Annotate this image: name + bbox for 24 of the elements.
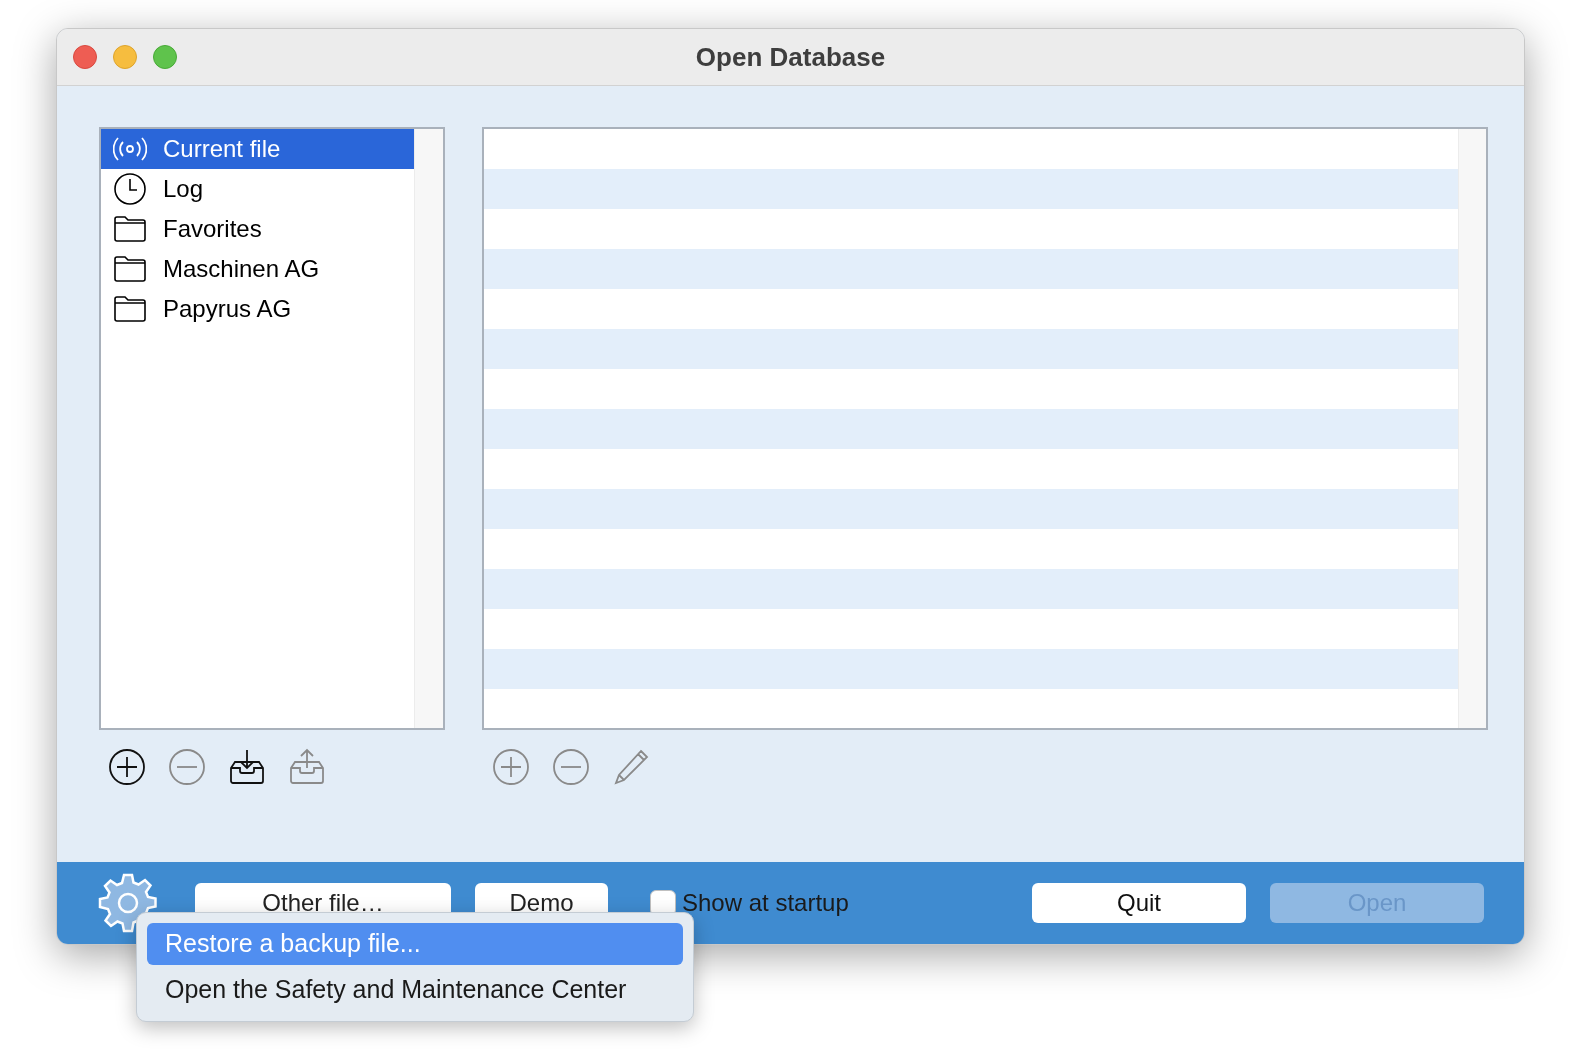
minimize-button[interactable] [113,45,137,69]
menu-item[interactable]: Open the Safety and Maintenance Center [147,969,683,1011]
sidebar-item-label: Maschinen AG [163,254,320,284]
folder-icon [114,216,146,242]
tray-download-icon[interactable] [228,748,266,786]
plus-circle-icon[interactable] [108,748,146,786]
clock-icon [114,173,146,205]
folder-icon [114,256,146,282]
window-title: Open Database [695,40,886,74]
checkbox-label: Show at startup [682,888,849,918]
sidebar-item[interactable]: Favorites [101,209,414,249]
sidebar-item-label: Current file [163,134,281,164]
folder-icon [114,296,146,322]
sidebar-item[interactable]: Papyrus AG [101,289,414,329]
sidebar-item-label: Papyrus AG [163,294,292,324]
close-button[interactable] [73,45,97,69]
sidebar-item[interactable]: Current file [101,129,414,169]
sidebar-item-label: Log [163,174,204,204]
sidebar-item[interactable]: Maschinen AG [101,249,414,289]
broadcast-icon [113,136,147,162]
sidebar-item[interactable]: Log [101,169,414,209]
zoom-button[interactable] [153,45,177,69]
sidebar-item-label: Favorites [163,214,262,244]
quit-button[interactable]: Quit [1032,883,1246,923]
